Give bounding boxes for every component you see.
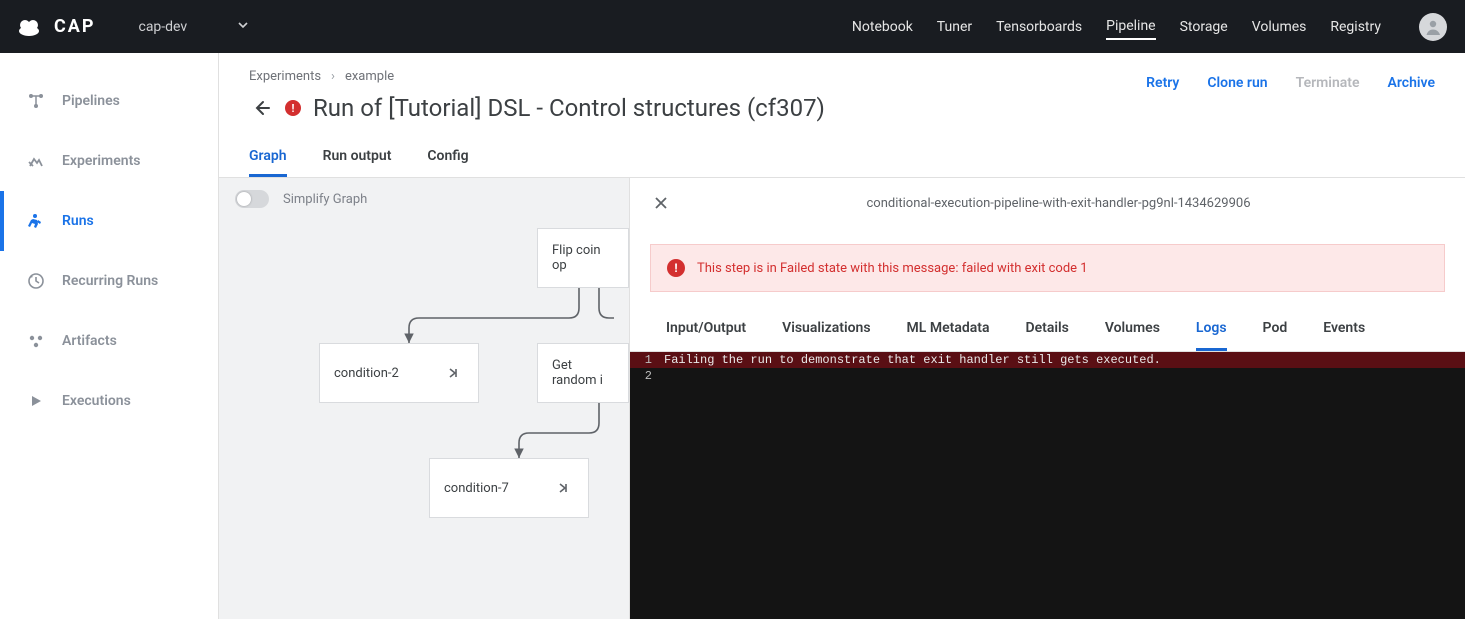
graph-node-get-random[interactable]: Get random i bbox=[537, 343, 629, 403]
topnav-item-tensorboards[interactable]: Tensorboards bbox=[996, 15, 1082, 39]
sidebar-item-recurring-runs[interactable]: Recurring Runs bbox=[0, 251, 218, 311]
project-selector[interactable]: cap-dev bbox=[135, 13, 252, 41]
runs-icon bbox=[26, 211, 46, 231]
status-error-icon: ! bbox=[285, 100, 301, 116]
log-line: 2 bbox=[630, 368, 1465, 384]
topnav-item-notebook[interactable]: Notebook bbox=[852, 15, 913, 39]
back-button[interactable] bbox=[249, 96, 273, 120]
error-message: This step is in Failed state with this m… bbox=[697, 261, 1088, 276]
header-actions: Retry Clone run Terminate Archive bbox=[1146, 75, 1435, 91]
sidebar-item-experiments[interactable]: Experiments bbox=[0, 131, 218, 191]
simplify-label: Simplify Graph bbox=[283, 192, 367, 207]
action-retry[interactable]: Retry bbox=[1146, 75, 1179, 91]
simplify-toggle-row: Simplify Graph bbox=[235, 190, 367, 208]
artifacts-icon bbox=[26, 331, 46, 351]
chevron-down-icon bbox=[237, 19, 249, 35]
log-line-text bbox=[658, 368, 1465, 384]
sidebar-item-label: Experiments bbox=[62, 153, 140, 169]
details-title: conditional-execution-pipeline-with-exit… bbox=[672, 196, 1445, 211]
details-panel: conditional-execution-pipeline-with-exit… bbox=[629, 178, 1465, 619]
sidebar-item-label: Recurring Runs bbox=[62, 273, 158, 289]
log-line-number: 1 bbox=[630, 352, 658, 368]
error-alert: ! This step is in Failed state with this… bbox=[650, 244, 1445, 292]
detail-tab-details[interactable]: Details bbox=[1025, 308, 1068, 351]
expand-icon[interactable] bbox=[442, 362, 464, 384]
topnav-items: Notebook Tuner Tensorboards Pipeline Sto… bbox=[852, 13, 1447, 41]
sidebar-item-label: Artifacts bbox=[62, 333, 117, 349]
experiments-icon bbox=[26, 151, 46, 171]
graph-node-label: condition-7 bbox=[444, 481, 509, 496]
action-terminate: Terminate bbox=[1296, 75, 1360, 91]
graph-node-label: condition-2 bbox=[334, 366, 399, 381]
sidebar-item-pipelines[interactable]: Pipelines bbox=[0, 71, 218, 131]
executions-icon bbox=[26, 391, 46, 411]
action-clone-run[interactable]: Clone run bbox=[1207, 75, 1267, 91]
brand-text: CAP bbox=[54, 16, 95, 37]
error-icon: ! bbox=[667, 259, 685, 277]
sidebar-item-executions[interactable]: Executions bbox=[0, 371, 218, 431]
graph-node-condition-2[interactable]: condition-2 bbox=[319, 343, 479, 403]
graph-node-label: Get random i bbox=[552, 358, 614, 388]
sidebar-item-runs[interactable]: Runs bbox=[0, 191, 218, 251]
top-navbar: CAP cap-dev Notebook Tuner Tensorboards … bbox=[0, 0, 1465, 53]
topnav-item-volumes[interactable]: Volumes bbox=[1252, 15, 1307, 39]
breadcrumb-experiments[interactable]: Experiments bbox=[249, 69, 321, 84]
breadcrumb-example[interactable]: example bbox=[345, 69, 394, 84]
action-archive[interactable]: Archive bbox=[1388, 75, 1435, 91]
page-title: Run of [Tutorial] DSL - Control structur… bbox=[313, 94, 825, 122]
brand-icon bbox=[18, 17, 46, 37]
detail-tab-logs[interactable]: Logs bbox=[1196, 308, 1227, 351]
project-name: cap-dev bbox=[138, 19, 187, 35]
pipelines-icon bbox=[26, 91, 46, 111]
recurring-runs-icon bbox=[26, 271, 46, 291]
run-tabs: Graph Run output Config bbox=[219, 122, 1465, 178]
detail-tab-volumes[interactable]: Volumes bbox=[1105, 308, 1160, 351]
avatar[interactable] bbox=[1419, 13, 1447, 41]
detail-tab-ml-metadata[interactable]: ML Metadata bbox=[907, 308, 990, 351]
tab-run-output[interactable]: Run output bbox=[323, 148, 392, 177]
details-tabs: Input/Output Visualizations ML Metadata … bbox=[630, 308, 1465, 352]
sidebar: Pipelines Experiments Runs Recurring Run… bbox=[0, 53, 219, 619]
detail-tab-events[interactable]: Events bbox=[1323, 308, 1365, 351]
detail-tab-visualizations[interactable]: Visualizations bbox=[782, 308, 870, 351]
topnav-item-storage[interactable]: Storage bbox=[1180, 15, 1228, 39]
simplify-toggle[interactable] bbox=[235, 190, 269, 208]
log-view[interactable]: 1 Failing the run to demonstrate that ex… bbox=[630, 352, 1465, 619]
topnav-item-registry[interactable]: Registry bbox=[1330, 15, 1381, 39]
sidebar-item-label: Executions bbox=[62, 393, 131, 409]
main: Experiments › example ! Run of [Tutorial… bbox=[219, 53, 1465, 619]
topnav-item-pipeline[interactable]: Pipeline bbox=[1106, 14, 1156, 40]
detail-tab-pod[interactable]: Pod bbox=[1263, 308, 1288, 351]
topnav-item-tuner[interactable]: Tuner bbox=[937, 15, 972, 39]
detail-tab-input-output[interactable]: Input/Output bbox=[666, 308, 746, 351]
log-line-text: Failing the run to demonstrate that exit… bbox=[658, 352, 1465, 368]
expand-icon[interactable] bbox=[552, 477, 574, 499]
log-line: 1 Failing the run to demonstrate that ex… bbox=[630, 352, 1465, 368]
close-button[interactable] bbox=[650, 192, 672, 214]
chevron-right-icon: › bbox=[331, 69, 335, 84]
graph-node-label: Flip coin op bbox=[552, 243, 614, 273]
brand: CAP bbox=[18, 16, 95, 37]
sidebar-item-artifacts[interactable]: Artifacts bbox=[0, 311, 218, 371]
log-line-number: 2 bbox=[630, 368, 658, 384]
graph-canvas[interactable]: Simplify Graph Flip coin op condition-2 bbox=[219, 178, 629, 619]
tab-config[interactable]: Config bbox=[427, 148, 468, 177]
graph-node-condition-7[interactable]: condition-7 bbox=[429, 458, 589, 518]
graph-node-flip-coin[interactable]: Flip coin op bbox=[537, 228, 629, 288]
tab-graph[interactable]: Graph bbox=[249, 148, 287, 177]
sidebar-item-label: Pipelines bbox=[62, 93, 120, 109]
sidebar-item-label: Runs bbox=[62, 213, 94, 229]
